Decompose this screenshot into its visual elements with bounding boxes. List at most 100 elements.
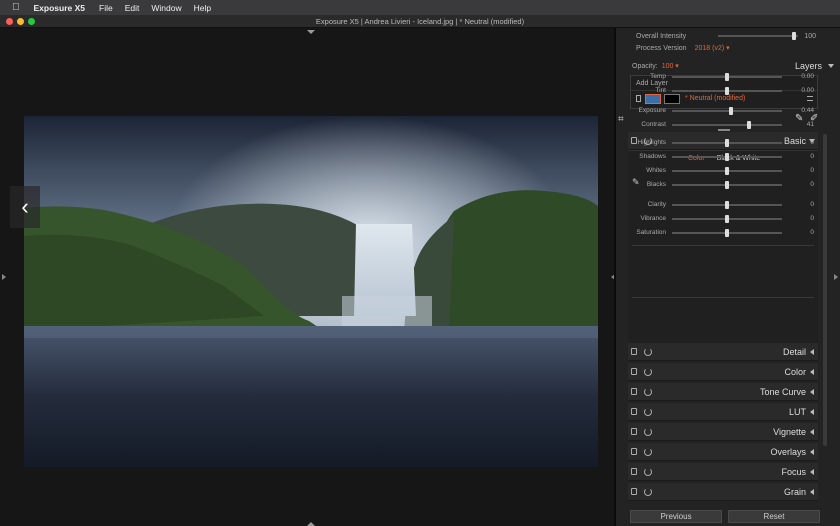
previous-image-button[interactable]: ‹ — [10, 186, 40, 228]
chevron-left-icon — [810, 408, 814, 415]
adjustment-label: Tint — [655, 87, 666, 94]
slider-knob[interactable] — [725, 229, 729, 237]
adjustment-label: Exposure — [638, 107, 666, 114]
opacity-select[interactable]: 100 ▾ — [662, 62, 679, 70]
adjustment-slider[interactable] — [672, 201, 782, 209]
section-overlays[interactable]: Overlays — [628, 443, 818, 461]
menu-file[interactable]: File — [99, 3, 113, 13]
layers-title: Layers — [794, 61, 822, 71]
adjustment-label: Saturation — [636, 229, 666, 236]
chevron-left-icon — [810, 388, 814, 395]
layers-dropdown-icon[interactable] — [828, 64, 834, 68]
collapse-left-icon[interactable] — [2, 274, 6, 280]
overall-intensity-row: Overall Intensity 100 — [628, 30, 836, 42]
adjustment-clarity: Clarity 0 — [628, 199, 818, 211]
reset-button[interactable]: Reset — [728, 510, 820, 523]
toggle-icon[interactable] — [631, 488, 637, 495]
slider-knob[interactable] — [725, 153, 729, 161]
process-version-select[interactable]: 2018 (v2) ▾ — [695, 44, 730, 52]
adjustment-label: Temp — [650, 73, 666, 80]
chevron-left-icon — [810, 348, 814, 355]
menu-app-name[interactable]: Exposure X5 — [34, 3, 86, 13]
adjustment-slider[interactable] — [672, 87, 782, 95]
slider-knob[interactable] — [725, 215, 729, 223]
menu-window[interactable]: Window — [151, 3, 181, 13]
adjustment-slider[interactable] — [672, 167, 782, 175]
slider-knob[interactable] — [725, 181, 729, 189]
toggle-icon[interactable] — [631, 408, 637, 415]
toggle-icon[interactable] — [631, 448, 637, 455]
collapse-bottom-icon[interactable] — [307, 522, 315, 526]
adjustment-slider[interactable] — [672, 139, 782, 147]
toggle-icon[interactable] — [631, 348, 637, 355]
adjustment-label: Shadows — [639, 153, 666, 160]
minimize-window-button[interactable] — [17, 18, 24, 25]
crop-icon[interactable]: ⌗ — [618, 114, 624, 125]
section-lut[interactable]: LUT — [628, 403, 818, 421]
panel-scrollbar[interactable] — [823, 134, 827, 446]
reset-icon[interactable] — [644, 487, 652, 496]
overall-intensity-slider[interactable] — [718, 32, 798, 40]
adjustment-slider[interactable] — [672, 121, 782, 129]
slider-knob[interactable] — [725, 73, 729, 81]
adjustment-slider[interactable] — [672, 73, 782, 81]
toggle-icon[interactable] — [631, 428, 637, 435]
slider-knob[interactable] — [729, 107, 734, 115]
adjustment-shadows: Shadows 0 — [628, 151, 818, 163]
reset-icon[interactable] — [644, 427, 652, 436]
previous-button[interactable]: Previous — [630, 510, 722, 523]
chevron-left-icon — [810, 488, 814, 495]
section-title: Detail — [782, 346, 806, 357]
adjustment-exposure: Exposure 0.44 — [628, 105, 818, 117]
close-window-button[interactable] — [6, 18, 13, 25]
reset-icon[interactable] — [644, 467, 652, 476]
section-detail[interactable]: Detail — [628, 343, 818, 361]
collapse-top-icon[interactable] — [307, 30, 315, 34]
slider-knob[interactable] — [747, 121, 751, 129]
slider-knob[interactable] — [725, 139, 729, 147]
adjustment-slider[interactable] — [672, 181, 782, 189]
section-grain[interactable]: Grain — [628, 483, 818, 501]
menu-edit[interactable]: Edit — [125, 3, 140, 13]
toggle-icon[interactable] — [631, 388, 637, 395]
section-vignette[interactable]: Vignette — [628, 423, 818, 441]
adjustment-value: 0.00 — [801, 87, 814, 94]
slider-knob[interactable] — [725, 201, 729, 209]
reset-icon[interactable] — [644, 387, 652, 396]
traffic-lights — [6, 18, 35, 25]
toggle-icon[interactable] — [631, 468, 637, 475]
reset-icon[interactable] — [644, 447, 652, 456]
adjustments-panel: Overall Intensity 100 Process Version 20… — [616, 28, 840, 526]
adjustment-label: Vibrance — [640, 215, 666, 222]
adjustment-slider[interactable] — [672, 229, 782, 237]
photo-waterfall — [24, 116, 598, 467]
section-title: Vignette — [773, 426, 806, 437]
image-viewer: ‹ — [0, 28, 616, 526]
overall-intensity-label: Overall Intensity — [636, 32, 687, 40]
slider-knob[interactable] — [725, 167, 729, 175]
adjustment-value: 0 — [810, 229, 814, 236]
zoom-window-button[interactable] — [28, 18, 35, 25]
adjustment-slider[interactable] — [672, 153, 782, 161]
overall-intensity-knob[interactable] — [792, 32, 796, 40]
section-focus[interactable]: Focus — [628, 463, 818, 481]
divider — [632, 245, 814, 246]
adjustment-vibrance: Vibrance 0 — [628, 213, 818, 225]
section-title: Overlays — [770, 446, 806, 457]
section-tone-curve[interactable]: Tone Curve — [628, 383, 818, 401]
apple-icon[interactable]:  — [12, 2, 20, 13]
reset-icon[interactable] — [644, 347, 652, 356]
adjustment-slider[interactable] — [672, 215, 782, 223]
section-color[interactable]: Color — [628, 363, 818, 381]
reset-icon[interactable] — [644, 407, 652, 416]
slider-knob[interactable] — [725, 87, 729, 95]
adjustment-slider[interactable] — [672, 107, 782, 115]
window-titlebar: Exposure X5 | Andrea Livieri - Iceland.j… — [0, 15, 840, 28]
window-title: Exposure X5 | Andrea Livieri - Iceland.j… — [315, 16, 525, 26]
opacity-label: Opacity: — [632, 62, 658, 70]
collapse-panel-icon[interactable] — [834, 274, 838, 280]
menu-help[interactable]: Help — [194, 3, 211, 13]
adjustment-value: 0.44 — [801, 107, 814, 114]
reset-icon[interactable] — [644, 367, 652, 376]
toggle-icon[interactable] — [631, 368, 637, 375]
